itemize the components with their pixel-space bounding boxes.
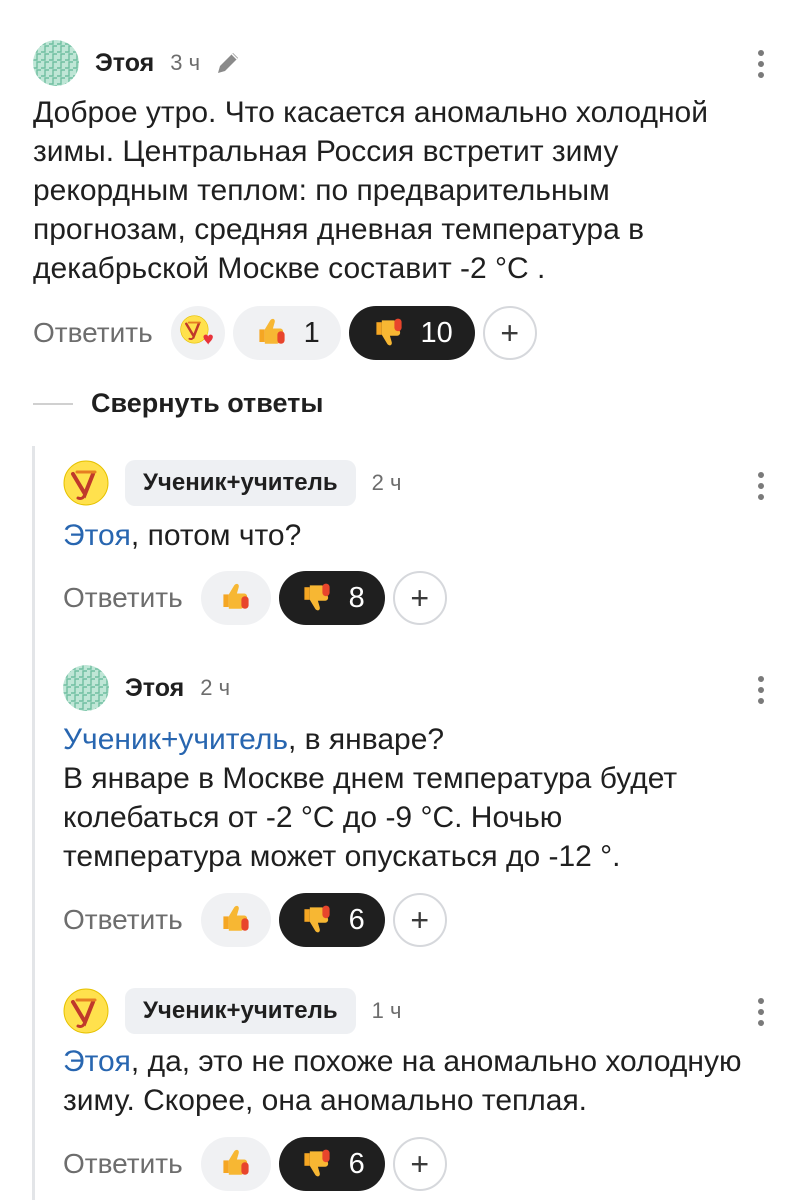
like-button[interactable] bbox=[200, 1137, 271, 1191]
edit-icon[interactable] bbox=[214, 49, 242, 77]
dislike-count: 8 bbox=[348, 581, 365, 614]
add-reaction-button[interactable]: + bbox=[392, 893, 447, 947]
more-vertical-icon[interactable] bbox=[757, 998, 765, 1026]
more-vertical-icon[interactable] bbox=[757, 50, 765, 78]
add-reaction-button[interactable]: + bbox=[482, 306, 537, 360]
dislike-button[interactable]: 6 bbox=[278, 893, 385, 947]
author-name[interactable]: Ученик+учитель bbox=[125, 988, 356, 1034]
plus-icon: + bbox=[500, 314, 520, 351]
comment-text-line: декабрьской Москве составит -2 °С . bbox=[33, 252, 546, 285]
comment-time: 2 ч bbox=[200, 675, 231, 700]
thumbs-down-icon bbox=[304, 583, 330, 611]
reply-button[interactable]: Ответить bbox=[33, 317, 153, 349]
comment-text-line: зиму. Скорее, она аномально теплая. bbox=[63, 1084, 588, 1117]
comment-actions: Ответить 6 + bbox=[63, 1137, 447, 1191]
more-vertical-icon[interactable] bbox=[757, 472, 765, 500]
like-count: 1 bbox=[303, 316, 320, 349]
plus-icon: + bbox=[410, 901, 430, 938]
dislike-button[interactable]: 6 bbox=[278, 1137, 385, 1191]
comment-text-line: , в январе? bbox=[287, 723, 445, 756]
mention-link[interactable]: Этоя bbox=[63, 1045, 131, 1078]
comment-text-line: Доброе утро. Что касается аномально холо… bbox=[33, 96, 708, 129]
author-name[interactable]: Ученик+учитель bbox=[125, 460, 356, 506]
thumbs-down-icon bbox=[304, 905, 330, 933]
thumbs-down-icon bbox=[375, 318, 402, 346]
thumbs-up-icon bbox=[223, 583, 249, 609]
comment-text: Этоя, потом что? bbox=[63, 516, 301, 555]
avatar[interactable] bbox=[33, 40, 79, 86]
comment-text: Доброе утро. Что касается аномально холо… bbox=[33, 93, 708, 288]
comment-1-header: Этоя 3 ч bbox=[33, 40, 242, 86]
comment-text-line: рекордным теплом: по предварительным bbox=[33, 174, 610, 207]
dislike-count: 6 bbox=[348, 903, 365, 936]
add-reaction-button[interactable]: + bbox=[392, 571, 447, 625]
reply-button[interactable]: Ответить bbox=[63, 1148, 183, 1180]
comment-text-line: В январе в Москве днем температура будет bbox=[63, 762, 678, 795]
comment-text-line: зимы. Центральная Россия встретит зиму bbox=[33, 135, 619, 168]
avatar[interactable] bbox=[63, 460, 109, 506]
comment-text-line: , да, это не похоже на аномально холодну… bbox=[130, 1045, 742, 1078]
dislike-button[interactable]: 8 bbox=[278, 571, 385, 625]
comment-actions: Ответить 6 + bbox=[63, 893, 447, 947]
comment-text-line: колебаться от -2 °С до -9 °С. Ночью bbox=[63, 801, 563, 834]
comment-time: 1 ч bbox=[371, 998, 402, 1023]
thread-line bbox=[32, 446, 35, 1200]
reply-button[interactable]: Ответить bbox=[63, 904, 183, 936]
comment-text: Этоя, да, это не похоже на аномально хол… bbox=[63, 1042, 741, 1120]
avatar[interactable] bbox=[63, 665, 109, 711]
heart-icon bbox=[179, 315, 213, 345]
collapse-replies-label[interactable]: Свернуть ответы bbox=[91, 388, 323, 419]
thumbs-up-icon bbox=[259, 318, 285, 344]
comment-2-header: Ученик+учитель 2 ч bbox=[63, 460, 401, 506]
comment-text-line: , потом что? bbox=[130, 519, 302, 552]
author-name[interactable]: Этоя bbox=[125, 674, 184, 703]
dislike-count: 6 bbox=[348, 1147, 365, 1180]
comment-text-line: прогнозам, средняя дневная температура в bbox=[33, 213, 645, 246]
reply-button[interactable]: Ответить bbox=[63, 582, 183, 614]
author-name[interactable]: Этоя bbox=[95, 49, 154, 78]
add-reaction-button[interactable]: + bbox=[392, 1137, 447, 1191]
avatar[interactable] bbox=[63, 988, 109, 1034]
thumbs-up-icon bbox=[223, 905, 249, 931]
comment-time: 2 ч bbox=[371, 470, 402, 495]
comment-4-header: Ученик+учитель 1 ч bbox=[63, 988, 401, 1034]
comment-time: 3 ч bbox=[170, 50, 201, 75]
comment-actions: Ответить 8 + bbox=[63, 571, 447, 625]
collapse-divider bbox=[33, 402, 73, 405]
thumbs-up-icon bbox=[223, 1149, 249, 1175]
comment-text-line: температура может опускаться до -12 °. bbox=[63, 840, 621, 873]
plus-icon: + bbox=[410, 1145, 430, 1182]
comment-3-header: Этоя 2 ч bbox=[63, 665, 230, 711]
dislike-count: 10 bbox=[420, 316, 453, 349]
more-vertical-icon[interactable] bbox=[757, 676, 765, 704]
collapse-replies[interactable]: Свернуть ответы bbox=[33, 388, 323, 419]
like-button[interactable]: 1 bbox=[232, 306, 341, 360]
comment-actions: Ответить 1 10 + bbox=[33, 306, 537, 360]
mention-link[interactable]: Этоя bbox=[63, 519, 131, 552]
reaction-heart-button[interactable] bbox=[170, 306, 225, 360]
plus-icon: + bbox=[410, 579, 430, 616]
like-button[interactable] bbox=[200, 571, 271, 625]
dislike-button[interactable]: 10 bbox=[348, 306, 475, 360]
mention-link[interactable]: Ученик+учитель bbox=[63, 723, 288, 756]
comment-text: Ученик+учитель, в январе? В январе в Мос… bbox=[63, 720, 677, 876]
like-button[interactable] bbox=[200, 893, 271, 947]
thumbs-down-icon bbox=[304, 1149, 330, 1177]
